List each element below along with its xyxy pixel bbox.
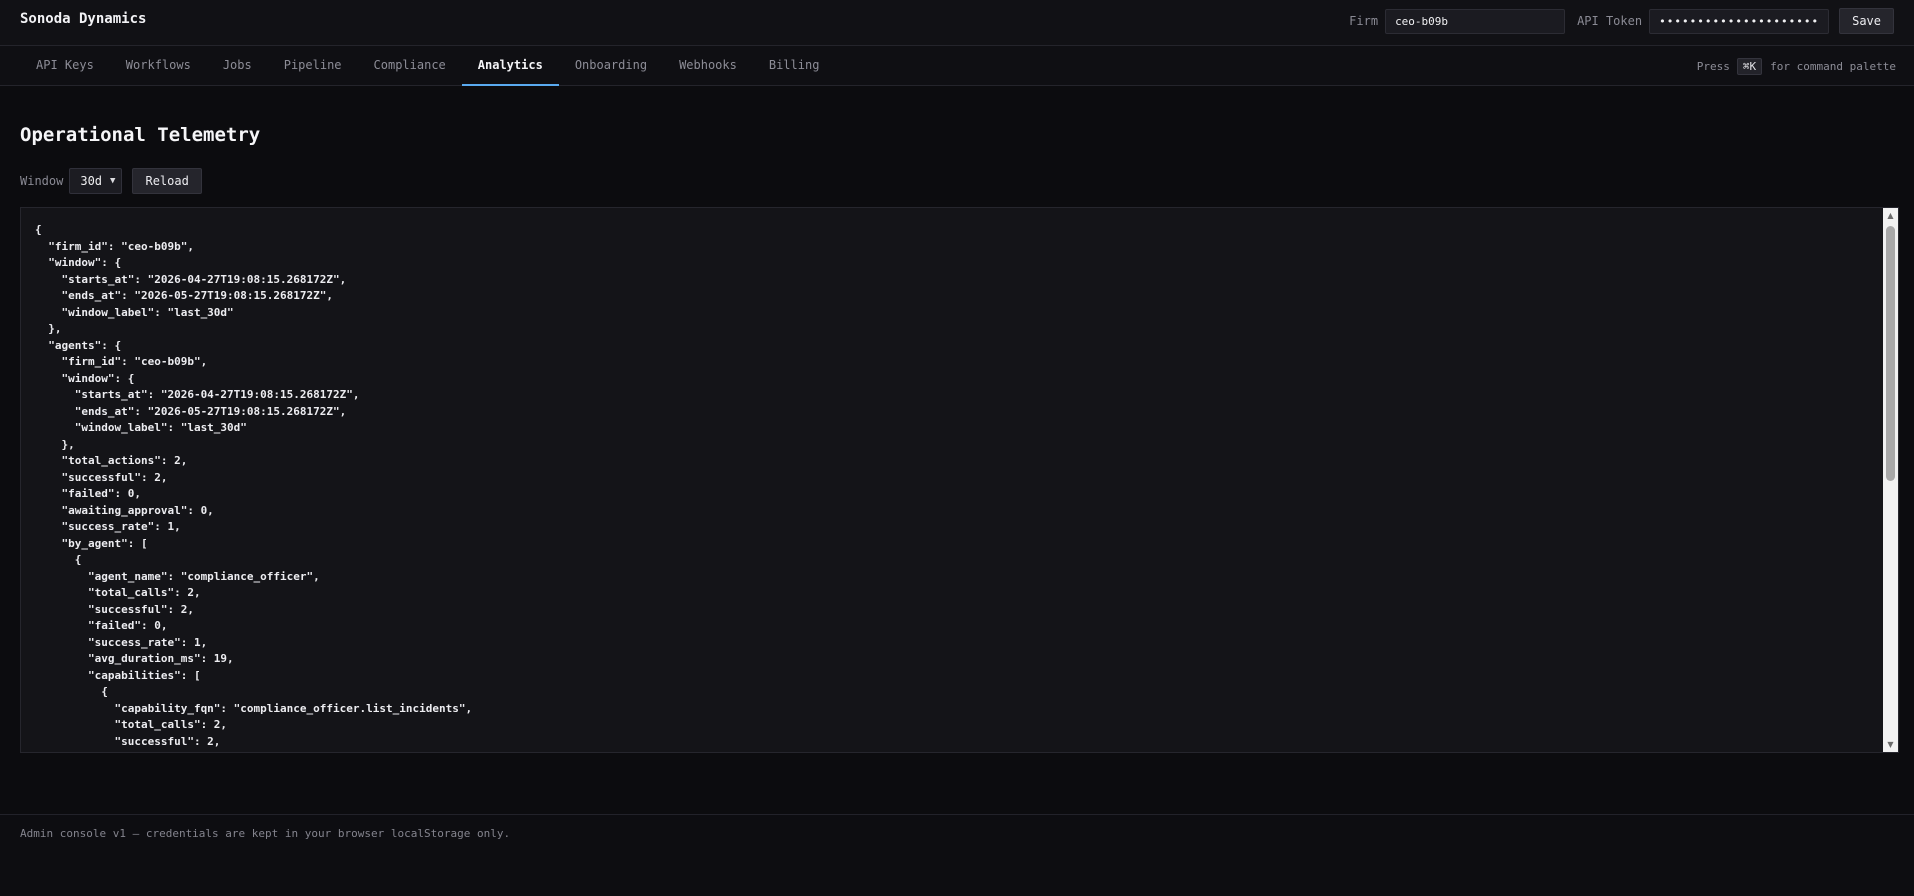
chevron-down-icon: ▼ [110,176,116,186]
window-label: Window [20,174,64,188]
tab-workflows[interactable]: Workflows [110,46,207,86]
telemetry-controls: Window 30d ▼ Reload [20,168,202,194]
hint-suffix: for command palette [1770,60,1896,73]
tab-onboarding[interactable]: Onboarding [559,46,663,86]
footer: Admin console v1 — credentials are kept … [0,814,1914,896]
window-select-value: 30d [80,174,103,188]
scroll-up-arrow-icon[interactable]: ▲ [1883,208,1898,223]
tab-pipeline[interactable]: Pipeline [268,46,358,86]
telemetry-json-output: { "firm_id": "ceo-b09b", "window": { "st… [35,223,473,748]
window-select[interactable]: 30d ▼ [69,168,123,194]
footer-note: Admin console v1 — credentials are kept … [20,827,511,840]
tab-billing[interactable]: Billing [753,46,836,86]
top-bar: Sonoda Dynamics Firm API Token Save [0,0,1914,46]
firm-label: Firm [1349,14,1379,28]
scroll-down-arrow-icon[interactable]: ▼ [1883,737,1898,752]
firm-input[interactable] [1385,8,1566,34]
hint-prefix: Press [1696,60,1730,73]
tab-webhooks[interactable]: Webhooks [663,46,753,86]
tab-jobs[interactable]: Jobs [207,46,268,86]
command-palette-shortcut: ⌘K [1736,58,1763,75]
scrollbar-thumb[interactable] [1886,226,1895,481]
vertical-scrollbar[interactable]: ▲ ▼ [1883,208,1898,752]
tab-list: API Keys Workflows Jobs Pipeline Complia… [20,46,835,86]
json-viewport: { "firm_id": "ceo-b09b", "window": { "st… [21,208,1884,752]
tab-api-keys[interactable]: API Keys [20,46,110,86]
app-title: Sonoda Dynamics [20,11,147,27]
tab-compliance[interactable]: Compliance [358,46,462,86]
api-token-input[interactable] [1649,8,1830,34]
credentials-bar: Firm API Token Save [1349,8,1894,34]
tab-analytics[interactable]: Analytics [461,46,559,86]
telemetry-json-panel[interactable]: { "firm_id": "ceo-b09b", "window": { "st… [20,207,1899,753]
tab-bar: API Keys Workflows Jobs Pipeline Complia… [0,46,1914,86]
command-palette-hint: Press ⌘K for command palette [1697,58,1896,75]
page-title: Operational Telemetry [20,124,261,146]
save-button[interactable]: Save [1839,8,1894,34]
api-token-label: API Token [1577,14,1643,28]
reload-button[interactable]: Reload [132,168,202,194]
